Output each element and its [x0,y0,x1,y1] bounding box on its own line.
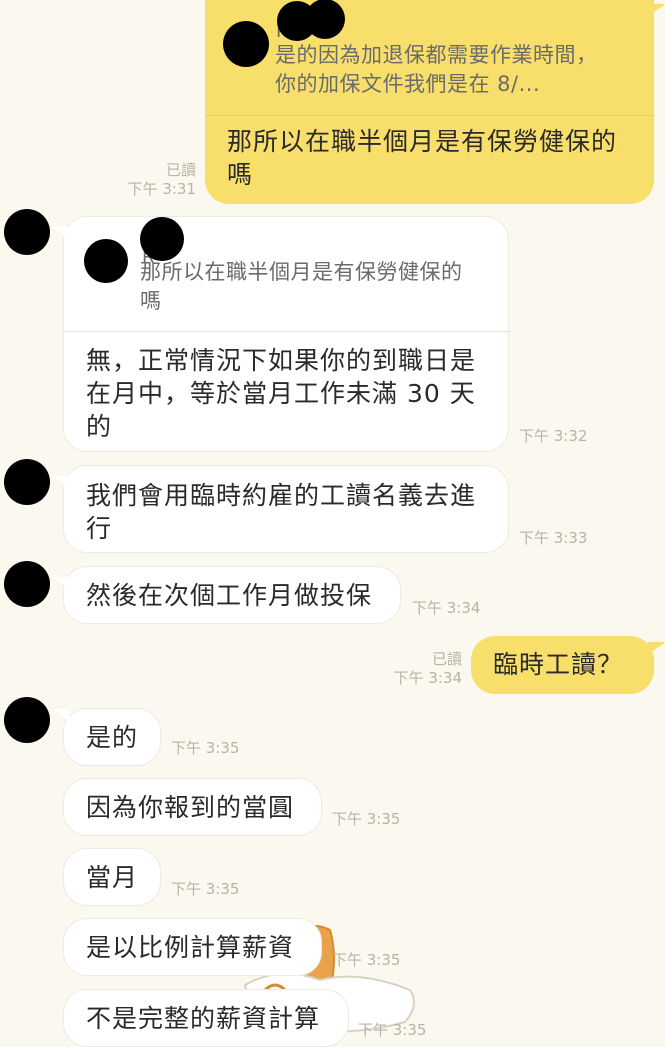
redacted-name [305,0,345,39]
incoming-message-bubble[interactable]: 然後在次個工作月做投保 [52,566,401,624]
incoming-message-bubble[interactable]: 我們會用臨時約雇的工讀名義去進行 [52,465,509,553]
quote-divider [205,115,654,116]
message-text: 然後在次個工作月做投保 [86,581,373,610]
message-text: 因為你報到的當圓 [86,793,295,822]
outgoing-message-bubble[interactable]: 臨時工讀？ [471,636,665,694]
contact-avatar[interactable] [4,561,50,607]
reply-quote[interactable]: R 那所以在職半個月是有保勞健保的嗎 [64,217,510,332]
message-text: 是以比例計算薪資 [86,933,295,962]
message-time: 下午 3:35 [332,810,401,828]
incoming-message-bubble[interactable]: 當月 [63,848,161,906]
incoming-message-bubble[interactable]: 因為你報到的當圓 [63,778,322,836]
message-time: 下午 3:35 [358,1021,427,1039]
message-meta: 已讀 下午 3:34 [376,650,462,688]
quote-avatar [84,239,128,283]
read-receipt: 已讀 [165,161,196,179]
message-time: 下午 3:35 [171,880,240,898]
message-time: 下午 3:35 [332,951,401,969]
message-text: 當月 [86,863,139,892]
message-meta: 已讀 下午 3:31 [110,161,196,199]
contact-avatar[interactable] [4,459,50,505]
quote-avatar [223,21,269,67]
quote-text: 那所以在職半個月是有保勞健保的嗎 [140,260,463,313]
incoming-message-bubble[interactable]: 是以比例計算薪資 [63,918,322,976]
bubble-tail [52,577,70,589]
quote-divider [64,331,510,332]
message-text: 不是完整的薪資計算 [86,1004,321,1033]
reply-quote[interactable]: R 是的因為加退保都需要作業時間，你的加保文件我們是在 8/... [205,0,654,100]
incoming-message-bubble[interactable]: R 那所以在職半個月是有保勞健保的嗎 無，正常情況下如果你的到職日是在月中，等於… [52,216,510,452]
quote-text: 是的因為加退保都需要作業時間，你的加保文件我們是在 8/... [275,43,598,96]
redacted-name [140,217,184,261]
contact-avatar[interactable] [4,697,50,743]
message-text: 無，正常情況下如果你的到職日是在月中，等於當月工作未滿 30 天的 [86,346,477,441]
contact-avatar[interactable] [4,209,50,255]
message-time: 下午 3:31 [127,180,196,198]
message-time: 下午 3:34 [393,669,462,687]
message-time: 下午 3:34 [412,599,481,617]
incoming-message-bubble[interactable]: 是的 [52,708,161,766]
message-text: 我們會用臨時約雇的工讀名義去進行 [86,481,477,543]
message-text: 臨時工讀？ [493,650,624,679]
outgoing-message-bubble[interactable]: R 是的因為加退保都需要作業時間，你的加保文件我們是在 8/... 那所以在職半… [205,0,665,204]
bubble-tail [52,476,70,488]
message-time: 下午 3:35 [171,739,240,757]
message-time: 下午 3:32 [519,427,588,445]
bubble-tail [648,642,665,654]
bubble-tail [52,709,70,721]
message-text: 那所以在職半個月是有保勞健保的嗎 [227,127,618,189]
read-receipt: 已讀 [431,650,462,668]
incoming-message-bubble[interactable]: 不是完整的薪資計算 [63,989,349,1047]
message-time: 下午 3:33 [519,529,588,547]
message-text: 是的 [86,723,139,752]
